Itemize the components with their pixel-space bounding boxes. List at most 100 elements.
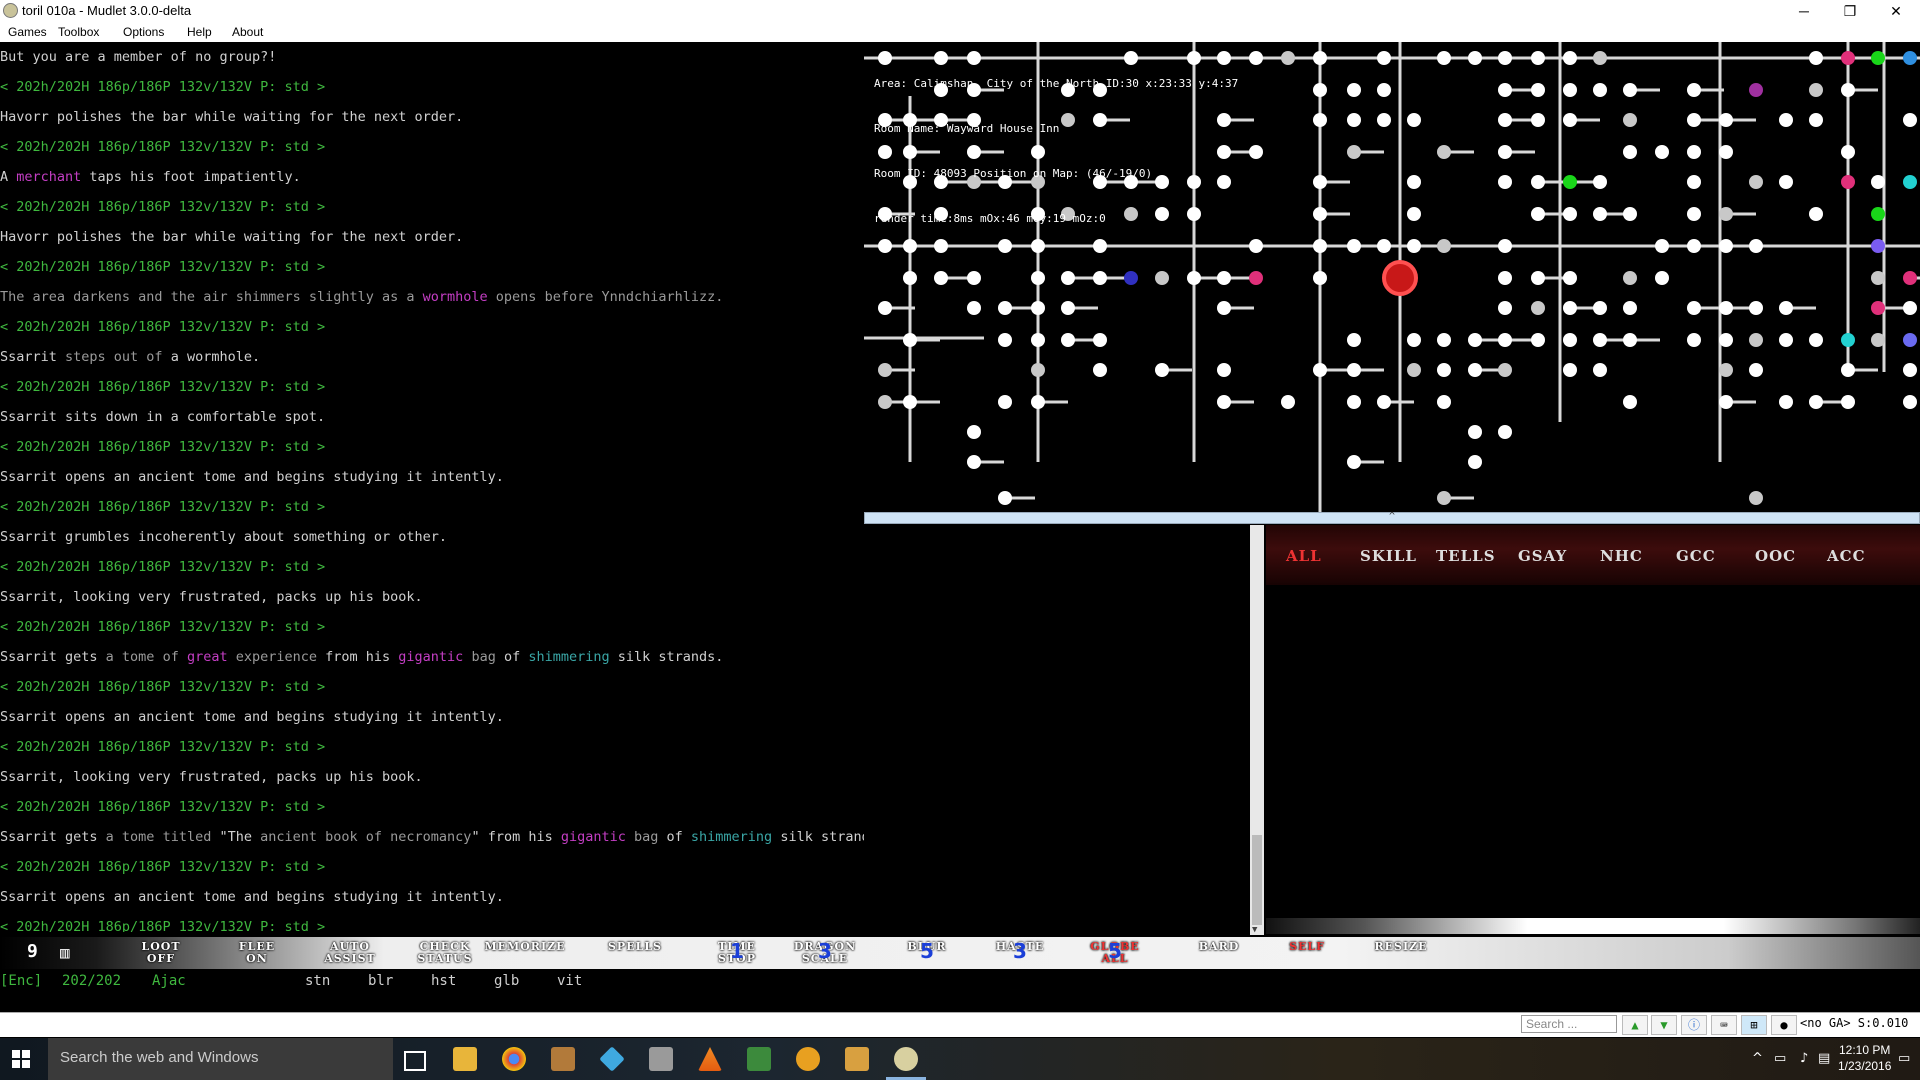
scrollbar-thumb[interactable] <box>1252 835 1262 925</box>
map-room-node[interactable] <box>1687 145 1701 159</box>
map-room-node[interactable] <box>1623 145 1637 159</box>
map-room-node[interactable] <box>1903 395 1917 409</box>
map-room-node[interactable] <box>1437 491 1451 505</box>
map-room-node[interactable] <box>1871 271 1885 285</box>
map-room-node[interactable] <box>1903 271 1917 285</box>
map-room-node[interactable] <box>1593 363 1607 377</box>
map-room-node[interactable] <box>998 395 1012 409</box>
map-room-node[interactable] <box>1749 363 1763 377</box>
map-room-node[interactable] <box>1903 113 1917 127</box>
map-room-node[interactable] <box>1377 239 1391 253</box>
map-room-node[interactable] <box>1687 83 1701 97</box>
map-room-node[interactable] <box>1407 207 1421 221</box>
map-room-node[interactable] <box>1563 83 1577 97</box>
map-room-node[interactable] <box>1779 395 1793 409</box>
map-room-node[interactable] <box>1217 271 1231 285</box>
database-icon[interactable] <box>649 1047 673 1071</box>
action-button-check[interactable]: CHECK STATUS <box>400 941 490 965</box>
menu-help[interactable]: Help <box>187 25 212 39</box>
map-room-node[interactable] <box>1841 145 1855 159</box>
map-room-node[interactable] <box>1437 145 1451 159</box>
map-room-node[interactable] <box>1531 333 1545 347</box>
map-room-node[interactable] <box>1871 175 1885 189</box>
action-button-loot[interactable]: LOOT OFF <box>116 941 206 965</box>
action-center-icon[interactable]: ▭ <box>1898 1051 1910 1066</box>
map-room-node[interactable] <box>1563 207 1577 221</box>
map-room-node[interactable] <box>1871 207 1885 221</box>
spellbook-icon[interactable]: ▥ <box>60 943 70 962</box>
map-room-node[interactable] <box>1749 83 1763 97</box>
map-room-node[interactable] <box>1719 113 1733 127</box>
map-room-node[interactable] <box>1531 271 1545 285</box>
map-room-node[interactable] <box>1498 145 1512 159</box>
mapper-widget[interactable]: Area: Calimshan, City of the North ID:30… <box>864 42 1920 512</box>
map-room-node[interactable] <box>1498 239 1512 253</box>
map-room-node[interactable] <box>1437 51 1451 65</box>
map-room-node[interactable] <box>1593 175 1607 189</box>
map-room-node[interactable] <box>1593 51 1607 65</box>
map-room-node[interactable] <box>1249 145 1263 159</box>
windows-start-icon[interactable] <box>12 1050 30 1068</box>
library-icon[interactable] <box>551 1047 575 1071</box>
menu-toolbox[interactable]: Toolbox <box>58 25 99 39</box>
diamond-app-icon[interactable] <box>599 1046 625 1072</box>
chat-tab-acc[interactable]: ACC <box>1827 547 1866 565</box>
map-room-node[interactable] <box>1437 395 1451 409</box>
map-room-node[interactable] <box>1779 333 1793 347</box>
map-room-node[interactable] <box>1841 175 1855 189</box>
map-room-node[interactable] <box>1871 301 1885 315</box>
mudlet-active-icon[interactable] <box>894 1047 918 1071</box>
menu-games[interactable]: Games <box>8 25 47 39</box>
map-room-node[interactable] <box>1809 333 1823 347</box>
map-room-node[interactable] <box>1719 239 1733 253</box>
tray-network-icon[interactable]: ▭ <box>1774 1051 1786 1066</box>
map-room-node[interactable] <box>1498 113 1512 127</box>
map-room-node[interactable] <box>1623 333 1637 347</box>
map-room-node[interactable] <box>1623 83 1637 97</box>
app-orange-icon[interactable] <box>796 1047 820 1071</box>
map-room-node[interactable] <box>1655 145 1669 159</box>
map-room-node[interactable] <box>878 363 892 377</box>
search-input[interactable]: Search ... <box>1521 1015 1617 1033</box>
map-room-node[interactable] <box>878 395 892 409</box>
scroll-up-green-icon[interactable]: ▲ <box>1622 1015 1648 1035</box>
map-room-node[interactable] <box>1498 301 1512 315</box>
map-room-node[interactable] <box>1031 271 1045 285</box>
scroll-down-green-icon[interactable]: ▼ <box>1651 1015 1677 1035</box>
map-room-node[interactable] <box>1563 175 1577 189</box>
map-room-node[interactable] <box>1347 239 1361 253</box>
map-room-node[interactable] <box>1687 113 1701 127</box>
map-room-node[interactable] <box>1841 333 1855 347</box>
console-scrollbar[interactable]: ▼ <box>1250 525 1264 935</box>
map-room-node[interactable] <box>1809 113 1823 127</box>
minimize-button[interactable]: ─ <box>1781 0 1827 22</box>
map-room-node[interactable] <box>998 491 1012 505</box>
map-room-node[interactable] <box>1498 51 1512 65</box>
map-room-node[interactable] <box>1809 395 1823 409</box>
map-room-node[interactable] <box>1347 83 1361 97</box>
map-room-node[interactable] <box>1655 271 1669 285</box>
map-room-node[interactable] <box>1871 333 1885 347</box>
action-button-bard[interactable]: BARD <box>1174 941 1264 953</box>
map-room-node[interactable] <box>1871 51 1885 65</box>
map-room-node[interactable] <box>1468 51 1482 65</box>
map-room-node[interactable] <box>1437 333 1451 347</box>
map-room-node[interactable] <box>1031 301 1045 315</box>
mudlet-taskbar-icon[interactable] <box>845 1047 869 1071</box>
map-room-node[interactable] <box>1563 113 1577 127</box>
map-room-node[interactable] <box>1498 363 1512 377</box>
task-view-icon[interactable] <box>404 1051 426 1071</box>
vlc-icon[interactable] <box>698 1047 722 1071</box>
map-room-node[interactable] <box>1377 113 1391 127</box>
map-room-node[interactable] <box>1031 363 1045 377</box>
map-room-node[interactable] <box>1313 239 1327 253</box>
menu-about[interactable]: About <box>232 25 263 39</box>
map-room-node[interactable] <box>1563 333 1577 347</box>
map-room-node[interactable] <box>1468 363 1482 377</box>
map-room-node[interactable] <box>1749 239 1763 253</box>
map-room-node[interactable] <box>1347 333 1361 347</box>
map-room-node[interactable] <box>1407 363 1421 377</box>
map-room-node[interactable] <box>1061 271 1075 285</box>
map-room-node[interactable] <box>1779 113 1793 127</box>
map-room-node[interactable] <box>1593 301 1607 315</box>
